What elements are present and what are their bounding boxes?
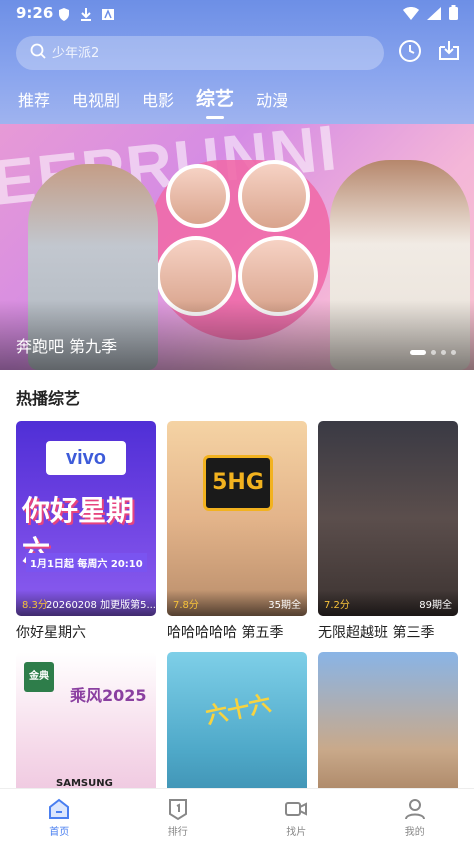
history-icon	[398, 39, 422, 67]
poster-schedule: 1月1日起 每周六 20:10	[26, 553, 147, 572]
show-card[interactable]: 7.2分 89期全 无限超越班 第三季	[318, 421, 458, 642]
nav-ranking-label: 排行	[167, 827, 188, 838]
episode-info: 89期全	[419, 600, 452, 611]
banner-face	[238, 160, 310, 232]
show-card[interactable]: 5HG 7.8分 35期全 哈哈哈哈哈 第五季	[167, 421, 307, 642]
banner-pagination	[410, 350, 456, 355]
score-badge: 7.2分	[324, 600, 350, 611]
nav-home-label: 首页	[49, 827, 70, 838]
battery-icon	[449, 5, 458, 24]
episode-info: 20260208 加更版第5...	[46, 600, 156, 611]
tab-variety[interactable]: 综艺	[196, 84, 234, 119]
search-icon	[30, 43, 46, 63]
nav-home[interactable]: 首页	[0, 789, 119, 842]
video-camera-icon	[284, 797, 308, 821]
download-icon	[80, 6, 92, 21]
episode-info: 35期全	[268, 600, 301, 611]
nav-find-video[interactable]: 找片	[237, 789, 356, 842]
section-title: 热播综艺	[16, 389, 81, 408]
bottom-navigation: 首页 排行 找片 我的	[0, 788, 474, 842]
signal-icon	[427, 5, 441, 24]
show-title: 哈哈哈哈哈 第五季	[167, 625, 284, 641]
search-bar[interactable]	[16, 36, 384, 70]
pagination-dot	[441, 350, 446, 355]
category-tabs: 推荐 电视剧 电影 综艺 动漫	[18, 84, 310, 119]
show-poster: 5HG 7.8分 35期全	[167, 421, 307, 616]
banner-face	[166, 164, 230, 228]
show-title: 无限超越班 第三季	[318, 625, 435, 641]
poster-brand: 金典	[24, 662, 54, 692]
show-poster: 7.2分 89期全	[318, 421, 458, 616]
nav-profile[interactable]: 我的	[356, 789, 474, 842]
a-icon	[102, 6, 114, 20]
tab-anime[interactable]: 动漫	[256, 87, 288, 111]
show-card[interactable]: vivo 你好星期六 1月1日起 每周六 20:10 8.3分 20260208…	[16, 421, 156, 642]
history-button[interactable]	[397, 40, 423, 66]
wifi-icon	[403, 5, 419, 24]
tab-movie[interactable]: 电影	[142, 87, 174, 111]
pagination-dot	[410, 350, 426, 355]
status-bar: 9:26	[0, 0, 474, 26]
pagination-dot	[451, 350, 456, 355]
download-button[interactable]	[436, 40, 462, 66]
system-status-icons	[403, 5, 458, 24]
score-badge: 8.3分	[22, 600, 48, 611]
banner-title: 奔跑吧 第九季	[16, 337, 118, 356]
ranking-icon	[166, 797, 190, 821]
user-icon	[403, 797, 427, 821]
shield-icon	[58, 6, 70, 21]
poster-title-art: 乘风2025	[70, 686, 147, 705]
poster-logo: 5HG	[203, 455, 273, 511]
tab-tv-series[interactable]: 电视剧	[72, 87, 120, 111]
nav-find-label: 找片	[286, 827, 307, 838]
show-poster: vivo 你好星期六 1月1日起 每周六 20:10 8.3分 20260208…	[16, 421, 156, 616]
show-title: 你好星期六	[16, 625, 86, 641]
search-input[interactable]	[52, 45, 352, 61]
top-header: 9:26 少年派2 推荐 电视剧 电影 综艺 动漫	[0, 0, 474, 124]
score-badge: 7.8分	[173, 600, 199, 611]
home-icon	[47, 797, 71, 821]
poster-logo: vivo	[46, 441, 126, 475]
nav-profile-label: 我的	[404, 827, 425, 838]
status-time: 9:26	[16, 4, 54, 22]
download-icon	[437, 39, 461, 67]
tab-recommend[interactable]: 推荐	[18, 87, 50, 111]
pagination-dot	[431, 350, 436, 355]
status-icons	[58, 6, 114, 21]
poster-title-art: 六十六	[203, 691, 274, 730]
nav-ranking[interactable]: 排行	[119, 789, 238, 842]
